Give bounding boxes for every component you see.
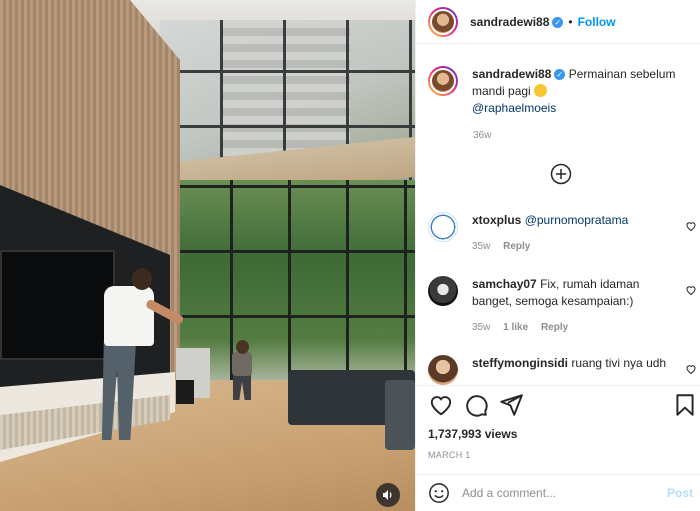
emoji-icon[interactable] xyxy=(428,482,450,504)
comment-item: steffymonginsidi ruang tivi nya udh xyxy=(428,355,700,385)
caption-avatar[interactable] xyxy=(428,66,458,96)
author-avatar[interactable] xyxy=(428,6,458,37)
add-comment-input[interactable] xyxy=(462,486,662,500)
commenter-avatar[interactable] xyxy=(428,212,458,242)
caption-username[interactable]: sandradewi88 xyxy=(472,67,551,81)
sound-toggle-button[interactable] xyxy=(376,483,400,507)
lower-window-garden xyxy=(175,180,415,380)
man-figure xyxy=(92,268,185,453)
comment-like-heart-icon[interactable] xyxy=(685,220,697,232)
child-figure xyxy=(228,340,258,402)
reply-button[interactable]: Reply xyxy=(541,322,568,333)
post-panel: sandradewi88 ✓ • Follow sandradewi88 ✓ Perma… xyxy=(415,0,700,511)
caption-mention-link[interactable]: @raphaelmoeis xyxy=(472,101,556,115)
bookmark-icon[interactable] xyxy=(672,392,698,418)
post-header: sandradewi88 ✓ • Follow xyxy=(416,0,700,44)
heart-icon[interactable] xyxy=(428,392,454,418)
comment-like-heart-icon[interactable] xyxy=(685,284,697,296)
verified-icon: ✓ xyxy=(552,16,564,28)
post-video[interactable] xyxy=(0,0,415,511)
reply-button[interactable]: Reply xyxy=(503,241,530,252)
follow-button[interactable]: Follow xyxy=(578,15,616,29)
comment-text: ruang tivi nya udh xyxy=(571,356,667,370)
load-more-comments-button[interactable] xyxy=(550,163,572,188)
sound-icon xyxy=(383,490,392,500)
share-icon[interactable] xyxy=(498,392,524,418)
comment-icon[interactable] xyxy=(463,392,489,418)
caption: sandradewi88 ✓ Permainan sebelum mandi pa… xyxy=(428,66,693,117)
comment-like-heart-icon[interactable] xyxy=(685,363,697,375)
comment-timestamp: 35w xyxy=(472,322,491,333)
comment-text[interactable]: @purnomopratama xyxy=(525,213,629,227)
load-more-plus-icon xyxy=(550,163,572,185)
add-comment-bar: Post xyxy=(416,474,700,511)
verified-icon: ✓ xyxy=(554,69,566,81)
comment-username[interactable]: xtoxplus xyxy=(472,213,521,227)
comment-item: xtoxplus @purnomopratama 35w Reply xyxy=(428,212,700,255)
commenter-avatar[interactable] xyxy=(428,276,458,306)
commenter-avatar[interactable] xyxy=(428,355,458,385)
laughing-emoji-icon xyxy=(534,84,548,97)
post-date: MARCH 1 xyxy=(428,450,471,460)
comment-timestamp: 35w xyxy=(472,241,491,252)
comment-likes-count[interactable]: 1 like xyxy=(503,322,528,333)
comment-username[interactable]: samchay07 xyxy=(472,277,537,291)
author-username[interactable]: sandradewi88 xyxy=(470,15,549,29)
post-comment-button[interactable]: Post xyxy=(667,486,693,500)
sofa-arm xyxy=(385,380,415,450)
comment-item: samchay07 Fix, rumah idaman banget, semo… xyxy=(428,276,700,336)
view-count[interactable]: 1,737,993 views xyxy=(428,427,517,441)
comment-username[interactable]: steffymonginsidi xyxy=(472,356,568,370)
instagram-post: sandradewi88 ✓ • Follow sandradewi88 ✓ Perma… xyxy=(0,0,700,511)
caption-timestamp: 36w xyxy=(473,130,492,141)
action-bar xyxy=(416,385,700,425)
separator-dot: • xyxy=(568,14,573,29)
subwoofer xyxy=(176,380,194,404)
